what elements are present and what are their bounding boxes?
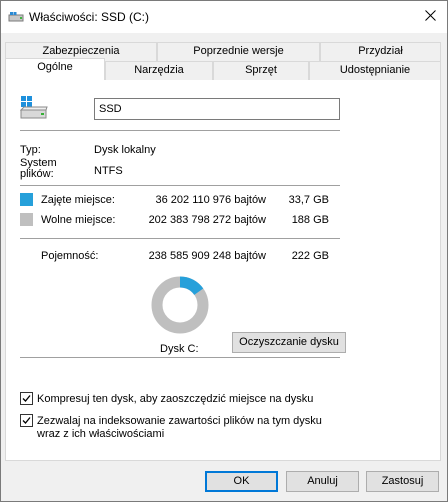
compress-label[interactable]: Kompresuj ten dysk, aby zaoszczędzić mie… xyxy=(37,393,313,405)
used-space-label: Zajęte miejsce: xyxy=(41,194,115,206)
tab-narzedzia[interactable]: Narzędzia xyxy=(105,61,213,80)
tab-poprzednie-wersje[interactable]: Poprzednie wersje xyxy=(157,42,320,61)
tab-sprzet[interactable]: Sprzęt xyxy=(213,61,309,80)
drive-name-input[interactable] xyxy=(94,98,340,120)
general-panel: Typ: Dysk lokalny System plików: NTFS Za… xyxy=(5,77,441,461)
apply-button[interactable]: Zastosuj xyxy=(366,471,439,492)
disk-usage-donut xyxy=(151,276,209,334)
capacity-label: Pojemność: xyxy=(41,250,99,262)
free-space-label: Wolne miejsce: xyxy=(41,214,116,226)
free-space-size: 188 GB xyxy=(291,214,329,226)
free-space-swatch xyxy=(20,213,33,226)
ok-button[interactable]: OK xyxy=(205,471,278,492)
window-title: Właściwości: SSD (C:) xyxy=(29,10,150,24)
properties-window: Właściwości: SSD (C:) Zabezpieczenia Pop… xyxy=(0,0,448,502)
used-space-bytes: 36 202 110 976 bajtów xyxy=(155,194,267,206)
close-button[interactable] xyxy=(413,1,447,33)
index-label-line1: Zezwalaj na indeksowanie zawartości plik… xyxy=(37,415,322,427)
disk-label: Dysk C: xyxy=(160,343,199,355)
type-label: Typ: xyxy=(20,144,41,156)
tab-row-2: Ogólne Narzędzia Sprzęt Udostępnianie xyxy=(5,58,441,80)
checkmark-icon xyxy=(22,417,31,424)
index-label[interactable]: Zezwalaj na indeksowanie zawartości plik… xyxy=(37,415,322,441)
separator xyxy=(20,185,340,186)
title-bar[interactable]: Właściwości: SSD (C:) xyxy=(1,1,447,33)
cancel-button[interactable]: Anuluj xyxy=(286,471,359,492)
separator xyxy=(20,357,340,358)
separator xyxy=(20,238,340,239)
compress-checkbox[interactable] xyxy=(20,392,33,405)
capacity-size: 222 GB xyxy=(291,250,329,262)
tab-ogolne[interactable]: Ogólne xyxy=(5,58,105,80)
type-value: Dysk lokalny xyxy=(94,144,156,156)
free-space-bytes: 202 383 798 272 bajtów xyxy=(148,214,266,226)
disk-cleanup-button[interactable]: Oczyszczanie dysku xyxy=(232,332,346,353)
close-icon xyxy=(424,10,436,24)
capacity-bytes: 238 585 909 248 bajtów xyxy=(148,250,266,262)
checkmark-icon xyxy=(22,395,31,402)
used-space-size: 33,7 GB xyxy=(288,194,329,206)
filesystem-label: System plików: xyxy=(20,158,57,180)
filesystem-value: NTFS xyxy=(94,165,123,177)
windows-drive-icon xyxy=(19,96,48,122)
drive-icon xyxy=(8,11,24,23)
index-checkbox[interactable] xyxy=(20,414,33,427)
tab-udostepnianie[interactable]: Udostępnianie xyxy=(309,61,441,80)
index-label-line2: wraz z ich właściwościami xyxy=(37,428,165,440)
tab-przydzial[interactable]: Przydział xyxy=(320,42,441,61)
separator xyxy=(20,130,340,131)
used-space-swatch xyxy=(20,193,33,206)
filesystem-label-line2: plików: xyxy=(20,168,54,180)
used-space-arc xyxy=(179,276,204,296)
